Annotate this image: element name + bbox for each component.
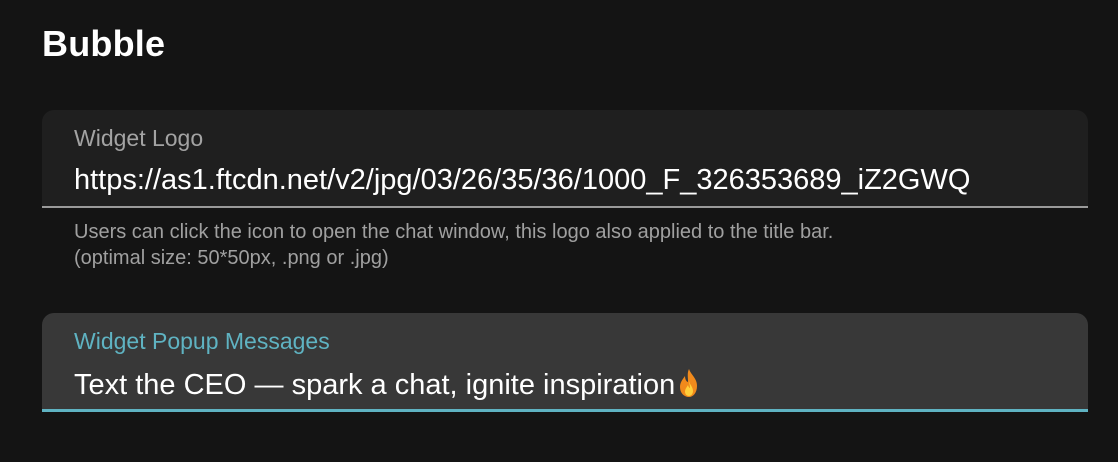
widget-logo-field[interactable]: Widget Logo https://as1.ftcdn.net/v2/jpg… (42, 110, 1088, 208)
widget-popup-messages-field[interactable]: Widget Popup Messages Text the CEO — spa… (42, 313, 1088, 412)
widget-popup-messages-value: Text the CEO — spark a chat, ignite insp… (74, 369, 676, 401)
section-title: Bubble (42, 23, 166, 64)
widget-logo-input[interactable]: https://as1.ftcdn.net/v2/jpg/03/26/35/36… (74, 160, 1066, 200)
widget-logo-label: Widget Logo (74, 125, 204, 151)
widget-logo-helper-text: Users can click the icon to open the cha… (74, 219, 1094, 271)
widget-popup-messages-label: Widget Popup Messages (74, 328, 330, 354)
widget-logo-helper-line-1: Users can click the icon to open the cha… (74, 221, 834, 243)
widget-popup-messages-input[interactable]: Text the CEO — spark a chat, ignite insp… (74, 365, 1066, 405)
fire-icon (680, 369, 698, 397)
widget-logo-helper-line-2: (optimal size: 50*50px, .png or .jpg) (74, 247, 389, 269)
